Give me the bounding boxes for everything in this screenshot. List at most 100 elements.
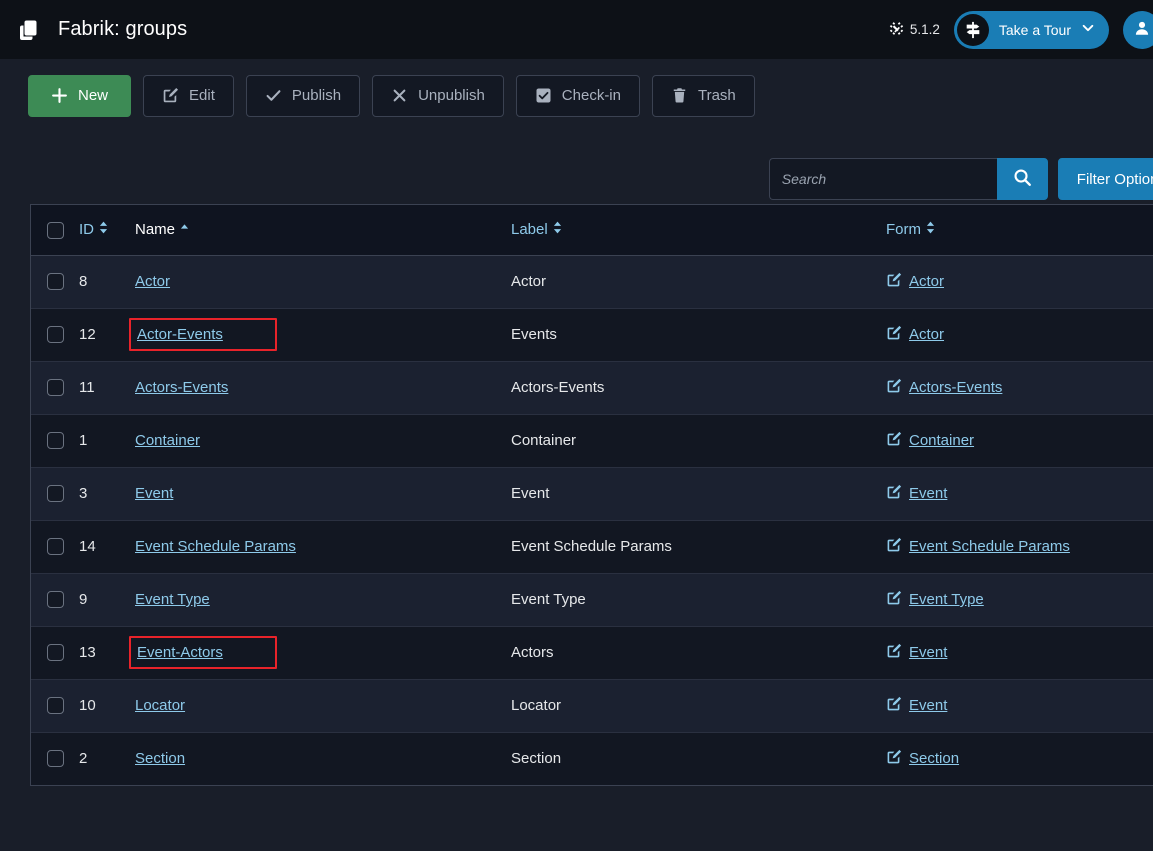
group-name-link[interactable]: Actor xyxy=(135,273,170,290)
form-edit-link[interactable]: Actors-Events xyxy=(886,378,1002,398)
check-in-button[interactable]: Check-in xyxy=(516,75,640,117)
row-checkbox[interactable] xyxy=(47,538,64,555)
groups-table: ID Name xyxy=(31,205,1153,785)
group-name-link[interactable]: Container xyxy=(135,432,200,449)
row-checkbox[interactable] xyxy=(47,326,64,343)
form-name: Event xyxy=(909,644,947,661)
publish-button[interactable]: Publish xyxy=(246,75,360,117)
cell-form: Container xyxy=(886,414,1153,467)
cell-id: 13 xyxy=(79,626,135,679)
cell-label: Actors xyxy=(511,626,886,679)
cell-label: Actor xyxy=(511,255,886,308)
select-all-checkbox[interactable] xyxy=(47,222,64,239)
row-select-cell xyxy=(31,732,79,785)
cell-form: Event xyxy=(886,467,1153,520)
new-label: New xyxy=(78,87,108,104)
pencil-square-icon xyxy=(886,696,902,716)
cell-name: Locator xyxy=(135,679,511,732)
pencil-square-icon xyxy=(886,431,902,451)
search-button[interactable] xyxy=(997,158,1048,200)
table-header-row: ID Name xyxy=(31,205,1153,255)
pencil-square-icon xyxy=(886,643,902,663)
cell-label: Event xyxy=(511,467,886,520)
edit-button[interactable]: Edit xyxy=(143,75,234,117)
sort-ascending-icon xyxy=(180,221,189,238)
trash-icon xyxy=(671,87,688,104)
user-menu-button[interactable] xyxy=(1123,11,1153,49)
checkbox-checked-icon xyxy=(535,87,552,104)
form-edit-link[interactable]: Actor xyxy=(886,325,944,345)
form-edit-link[interactable]: Event Type xyxy=(886,590,984,610)
take-a-tour-button[interactable]: Take a Tour xyxy=(954,11,1109,49)
form-edit-link[interactable]: Event xyxy=(886,484,947,504)
row-select-cell xyxy=(31,361,79,414)
form-name: Event Type xyxy=(909,591,984,608)
form-edit-link[interactable]: Actor xyxy=(886,272,944,292)
cell-name: Actor xyxy=(135,255,511,308)
trash-label: Trash xyxy=(698,87,736,104)
row-checkbox[interactable] xyxy=(47,591,64,608)
cell-name: Event-Actors xyxy=(135,626,511,679)
group-name-link[interactable]: Section xyxy=(135,750,185,767)
copy-pages-icon[interactable] xyxy=(0,18,58,42)
search-icon xyxy=(1013,168,1032,190)
table-row: 13Event-Actors Actors Event xyxy=(31,626,1153,679)
new-button[interactable]: New xyxy=(28,75,131,117)
group-name-link[interactable]: Locator xyxy=(135,697,185,714)
row-checkbox[interactable] xyxy=(47,273,64,290)
cell-name: Container xyxy=(135,414,511,467)
search-input[interactable] xyxy=(769,158,997,200)
cell-label: Event Schedule Params xyxy=(511,520,886,573)
table-header: ID Name xyxy=(31,205,1153,255)
cell-label: Container xyxy=(511,414,886,467)
pencil-square-icon xyxy=(886,537,902,557)
plus-icon xyxy=(51,87,68,104)
row-checkbox[interactable] xyxy=(47,379,64,396)
signpost-icon xyxy=(957,14,989,46)
action-toolbar: New Edit Publish Unpublish xyxy=(0,59,1153,132)
form-edit-link[interactable]: Container xyxy=(886,431,974,451)
column-header-label[interactable]: Label xyxy=(511,205,886,255)
table-row: 8ActorActorActor xyxy=(31,255,1153,308)
row-select-cell xyxy=(31,573,79,626)
cell-form: Actor xyxy=(886,255,1153,308)
form-edit-link[interactable]: Section xyxy=(886,749,959,769)
trash-button[interactable]: Trash xyxy=(652,75,755,117)
form-edit-link[interactable]: Event Schedule Params xyxy=(886,537,1070,557)
form-edit-link[interactable]: Event xyxy=(886,643,947,663)
group-name-link[interactable]: Event Type xyxy=(135,591,210,608)
cell-id: 8 xyxy=(79,255,135,308)
group-name-link[interactable]: Event-Actors xyxy=(137,644,223,661)
joomla-version: 5.1.2 xyxy=(889,21,940,39)
row-checkbox[interactable] xyxy=(47,697,64,714)
group-name-link[interactable]: Event Schedule Params xyxy=(135,538,296,555)
pencil-square-icon xyxy=(886,378,902,398)
row-checkbox[interactable] xyxy=(47,644,64,661)
column-header-id[interactable]: ID xyxy=(79,205,135,255)
cell-id: 10 xyxy=(79,679,135,732)
row-checkbox[interactable] xyxy=(47,485,64,502)
column-header-name[interactable]: Name xyxy=(135,205,511,255)
form-edit-link[interactable]: Event xyxy=(886,696,947,716)
highlight-box: Actor-Events xyxy=(129,318,277,351)
form-name: Actor xyxy=(909,273,944,290)
cell-label: Actors-Events xyxy=(511,361,886,414)
column-label-id: ID xyxy=(79,221,94,238)
take-a-tour-label: Take a Tour xyxy=(999,22,1071,38)
column-header-form[interactable]: Form xyxy=(886,205,1153,255)
group-name-link[interactable]: Event xyxy=(135,485,173,502)
cell-id: 11 xyxy=(79,361,135,414)
row-select-cell xyxy=(31,414,79,467)
row-checkbox[interactable] xyxy=(47,432,64,449)
cell-label: Events xyxy=(511,308,886,361)
filter-options-button[interactable]: Filter Options xyxy=(1058,158,1153,200)
group-name-link[interactable]: Actors-Events xyxy=(135,379,228,396)
pencil-square-icon xyxy=(886,749,902,769)
row-checkbox[interactable] xyxy=(47,750,64,767)
form-name: Actors-Events xyxy=(909,379,1002,396)
cell-name: Event xyxy=(135,467,511,520)
sort-both-icon xyxy=(553,221,562,238)
cell-label: Locator xyxy=(511,679,886,732)
unpublish-button[interactable]: Unpublish xyxy=(372,75,504,117)
group-name-link[interactable]: Actor-Events xyxy=(137,326,223,343)
